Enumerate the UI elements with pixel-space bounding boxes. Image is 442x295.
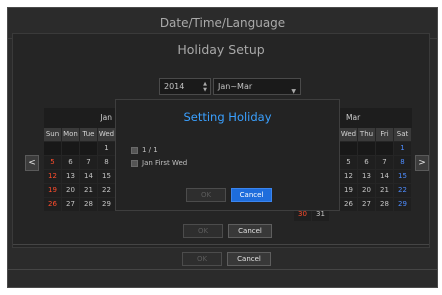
day-cell[interactable]: 1 [98, 142, 115, 155]
calendar-march: Mar Wed Thu Fri Sat 1 5 6 7 8 12 13 14 1… [340, 108, 412, 211]
holiday-option-label: 1 / 1 [142, 146, 158, 154]
day-cell[interactable]: 29 [98, 198, 115, 211]
range-value: Jan~Mar [218, 82, 253, 91]
day-cell[interactable]: 26 [340, 198, 357, 211]
spin-down-icon[interactable]: ▼ [203, 88, 207, 93]
modal-cancel-button[interactable]: Cancel [231, 188, 272, 202]
day-cell[interactable]: 29 [394, 198, 411, 211]
cancel-button[interactable]: Cancel [227, 252, 271, 266]
day-cell-empty [376, 142, 393, 155]
day-cell[interactable]: 28 [376, 198, 393, 211]
chevron-down-icon: ▼ [291, 88, 296, 95]
year-value: 2014 [164, 82, 185, 91]
calendar-month-label: Jan [44, 108, 116, 128]
day-cell[interactable]: 15 [98, 170, 115, 183]
day-cell[interactable]: 6 [358, 156, 375, 169]
holiday-option-checkbox[interactable] [131, 147, 138, 154]
divider [13, 244, 429, 245]
day-cell[interactable]: 21 [80, 184, 97, 197]
weekday-header: Mon [62, 128, 79, 141]
modal-title: Setting Holiday [183, 110, 272, 124]
divider [8, 269, 437, 270]
day-cell[interactable]: 27 [62, 198, 79, 211]
holiday-option-checkbox[interactable] [131, 160, 138, 167]
weekday-header: Sat [394, 128, 411, 141]
day-cell-empty [340, 142, 357, 155]
day-cell[interactable]: 7 [80, 156, 97, 169]
setup-cancel-button[interactable]: Cancel [228, 224, 272, 238]
day-cell[interactable]: 21 [376, 184, 393, 197]
day-cell[interactable]: 5 [340, 156, 357, 169]
weekday-header: Wed [98, 128, 115, 141]
weekday-header: Fri [376, 128, 393, 141]
day-cell[interactable]: 7 [376, 156, 393, 169]
day-cell[interactable]: 28 [80, 198, 97, 211]
day-cell[interactable]: 8 [394, 156, 411, 169]
day-cell[interactable]: 19 [340, 184, 357, 197]
day-cell[interactable]: 26 [44, 198, 61, 211]
day-cell[interactable]: 20 [62, 184, 79, 197]
day-cell-empty [44, 142, 61, 155]
day-cell[interactable]: 5 [44, 156, 61, 169]
day-cell[interactable]: 1 [394, 142, 411, 155]
day-cell-empty [62, 142, 79, 155]
day-cell[interactable]: 14 [80, 170, 97, 183]
calendar-january: Jan Sun Mon Tue Wed 1 5 6 7 8 12 13 14 1… [44, 108, 116, 211]
weekday-header: Thu [358, 128, 375, 141]
ok-button[interactable]: OK [182, 252, 222, 266]
setup-ok-button[interactable]: OK [183, 224, 223, 238]
day-cell[interactable]: 15 [394, 170, 411, 183]
calendar-month-label: Mar [340, 108, 412, 128]
day-cell[interactable]: 12 [44, 170, 61, 183]
weekday-header: Tue [80, 128, 97, 141]
day-cell-empty [358, 142, 375, 155]
day-cell[interactable]: 27 [358, 198, 375, 211]
day-cell[interactable]: 19 [44, 184, 61, 197]
setting-holiday-modal: Setting Holiday 1 / 1 Jan First Wed OK C… [115, 99, 340, 211]
range-dropdown[interactable]: Jan~Mar ▼ [213, 78, 301, 95]
weekday-header: Wed [340, 128, 357, 141]
day-cell[interactable]: 8 [98, 156, 115, 169]
holiday-setup-title: Holiday Setup [177, 42, 265, 57]
day-cell[interactable]: 6 [62, 156, 79, 169]
day-cell[interactable]: 13 [62, 170, 79, 183]
modal-ok-button[interactable]: OK [186, 188, 226, 202]
weekday-header: Sun [44, 128, 61, 141]
year-spinner[interactable]: 2014 ▲ ▼ [159, 78, 211, 95]
day-cell-empty [80, 142, 97, 155]
holiday-option-label: Jan First Wed [142, 159, 188, 167]
day-cell[interactable]: 12 [340, 170, 357, 183]
day-cell[interactable]: 14 [376, 170, 393, 183]
day-cell[interactable]: 13 [358, 170, 375, 183]
next-month-button[interactable]: > [415, 155, 429, 171]
day-cell[interactable]: 22 [394, 184, 411, 197]
prev-month-button[interactable]: < [25, 155, 39, 171]
day-cell[interactable]: 22 [98, 184, 115, 197]
day-cell[interactable]: 20 [358, 184, 375, 197]
